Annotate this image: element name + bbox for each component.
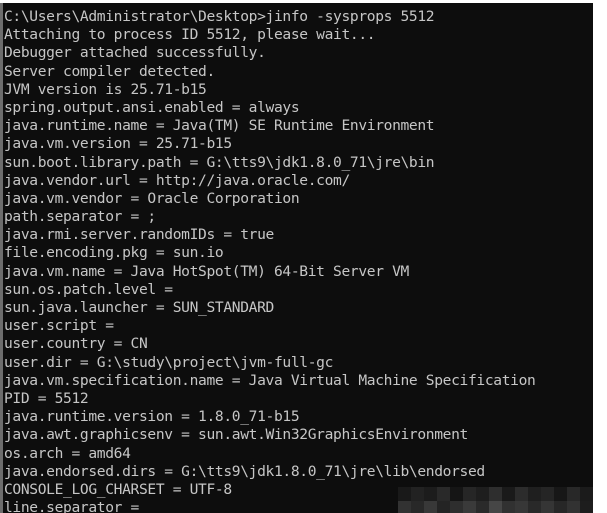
console-line: file.encoding.pkg = sun.io bbox=[4, 244, 224, 262]
console-line: user.script = bbox=[4, 317, 114, 335]
console-line: Server compiler detected. bbox=[4, 62, 215, 80]
console-line: sun.java.launcher = SUN_STANDARD bbox=[4, 299, 274, 316]
console-line: java.endorsed.dirs = G:\tts9\jdk1.8.0_71… bbox=[4, 462, 485, 480]
console-line: user.country = CN bbox=[4, 335, 148, 353]
window-left-border bbox=[0, 3, 3, 513]
console-line: java.rmi.server.randomIDs = true bbox=[4, 226, 274, 244]
console-line: java.runtime.version = 1.8.0_71-b15 bbox=[4, 408, 300, 426]
console-line: Attaching to process ID 5512, please wai… bbox=[4, 26, 376, 44]
console-line: os.arch = amd64 bbox=[4, 444, 131, 462]
console-line: PID = 5512 bbox=[4, 389, 89, 407]
console-line: JVM version is 25.71-b15 bbox=[4, 80, 207, 98]
console-line: java.vm.vendor = Oracle Corporation bbox=[4, 189, 300, 207]
console-line: sun.boot.library.path = G:\tts9\jdk1.8.0… bbox=[4, 153, 435, 171]
console-line: Debugger attached successfully. bbox=[4, 44, 266, 62]
console-line: sun.os.patch.level = bbox=[4, 280, 173, 298]
console-line: C:\Users\Administrator\Desktop>jinfo -sy… bbox=[4, 8, 435, 25]
console-line: spring.output.ansi.enabled = always bbox=[4, 98, 300, 116]
console-line: path.separator = ; bbox=[4, 208, 156, 226]
console-line: java.vendor.url = http://java.oracle.com… bbox=[4, 171, 350, 189]
console-line: user.dir = G:\study\project\jvm-full-gc bbox=[4, 353, 334, 371]
pixelated-redaction-block bbox=[398, 487, 593, 513]
console-line: java.vm.specification.name = Java Virtua… bbox=[4, 371, 536, 389]
console-line: java.vm.version = 25.71-b15 bbox=[4, 135, 232, 153]
pixelated-redaction-row bbox=[398, 501, 593, 513]
console-line: java.runtime.name = Java(TM) SE Runtime … bbox=[4, 117, 435, 135]
console-line-list: C:\Users\Administrator\Desktop>jinfo -sy… bbox=[4, 8, 593, 513]
console-line: java.awt.graphicsenv = sun.awt.Win32Grap… bbox=[4, 426, 468, 444]
terminal-window[interactable]: C:\Users\Administrator\Desktop>jinfo -sy… bbox=[0, 0, 607, 513]
console-line: java.vm.name = Java HotSpot(TM) 64-Bit S… bbox=[4, 262, 409, 280]
console-output-surface[interactable]: C:\Users\Administrator\Desktop>jinfo -sy… bbox=[0, 3, 593, 513]
